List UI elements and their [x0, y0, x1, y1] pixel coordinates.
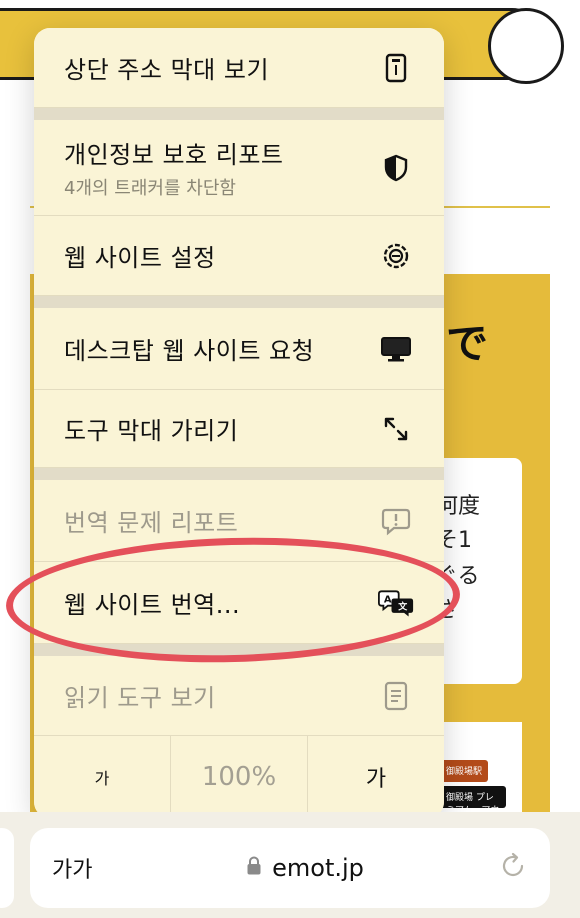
menu-item-translate-website[interactable]: 웹 사이트 번역... A文 [34, 562, 444, 644]
menu-item-privacy-report[interactable]: 개인정보 보호 리포트 4개의 트래커를 차단함 [34, 120, 444, 216]
menu-separator [34, 108, 444, 120]
url-text: emot.jp [272, 854, 364, 882]
menu-item-request-desktop-site[interactable]: 데스크탑 웹 사이트 요청 [34, 308, 444, 390]
shield-icon [378, 150, 414, 186]
report-bubble-icon [378, 503, 414, 539]
menu-item-label: 도구 막대 가리기 [64, 417, 239, 445]
reload-button[interactable] [488, 851, 528, 885]
menu-item-report-translation-issue: 번역 문제 리포트 [34, 480, 444, 562]
menu-item-label: 읽기 도구 보기 [64, 684, 216, 712]
address-bar[interactable]: 가가 emot.jp [30, 828, 550, 908]
svg-text:A: A [384, 594, 392, 605]
url-display[interactable]: emot.jp [122, 854, 488, 882]
menu-item-label: 데스크탑 웹 사이트 요청 [64, 337, 315, 365]
zoom-decrease-label: 가 [94, 769, 110, 788]
zoom-reset-button[interactable]: 100% [171, 736, 308, 818]
zoom-increase-button[interactable]: 가 [308, 736, 444, 818]
menu-item-website-settings[interactable]: 웹 사이트 설정 [34, 216, 444, 296]
text-size-button[interactable]: 가가 [52, 852, 122, 884]
menu-item-label: 웹 사이트 번역... [64, 591, 241, 619]
menu-item-sublabel: 4개의 트래커를 차단함 [64, 178, 236, 199]
zoom-level: 100% [201, 762, 277, 792]
lock-icon [246, 856, 262, 880]
menu-item-show-reader: 읽기 도구 보기 [34, 656, 444, 736]
menu-item-show-top-address-bar[interactable]: 상단 주소 막대 보기 [34, 28, 444, 108]
menu-separator [34, 644, 444, 656]
reload-icon [498, 851, 528, 885]
menu-item-hide-toolbar[interactable]: 도구 막대 가리기 [34, 390, 444, 468]
phone-top-bar-icon [378, 50, 414, 86]
zoom-decrease-button[interactable]: 가 [34, 736, 171, 818]
gear-icon [378, 238, 414, 274]
desktop-icon [378, 331, 414, 367]
previous-tab-stub[interactable] [0, 828, 14, 908]
background-heading: で [446, 319, 489, 368]
zoom-controls: 가 100% 가 [34, 736, 444, 818]
reader-icon [378, 678, 414, 714]
site-header-circle [488, 8, 564, 84]
expand-arrows-icon [378, 411, 414, 447]
menu-separator [34, 296, 444, 308]
background-badge: 御殿場駅 [440, 760, 488, 782]
page-menu-popup: 상단 주소 막대 보기 개인정보 보호 리포트 4개의 트래커를 차단함 웹 사… [34, 28, 444, 818]
menu-item-label: 번역 문제 리포트 [64, 509, 239, 537]
svg-text:文: 文 [397, 600, 408, 612]
menu-item-label: 개인정보 보호 리포트 [64, 141, 284, 169]
zoom-increase-label: 가 [365, 767, 387, 792]
menu-item-label: 웹 사이트 설정 [64, 244, 216, 272]
menu-separator [34, 468, 444, 480]
translate-icon: A文 [378, 585, 414, 621]
menu-item-label: 상단 주소 막대 보기 [64, 56, 270, 84]
background-badge: 御殿場 プレミアム・アウトレット [440, 786, 506, 829]
